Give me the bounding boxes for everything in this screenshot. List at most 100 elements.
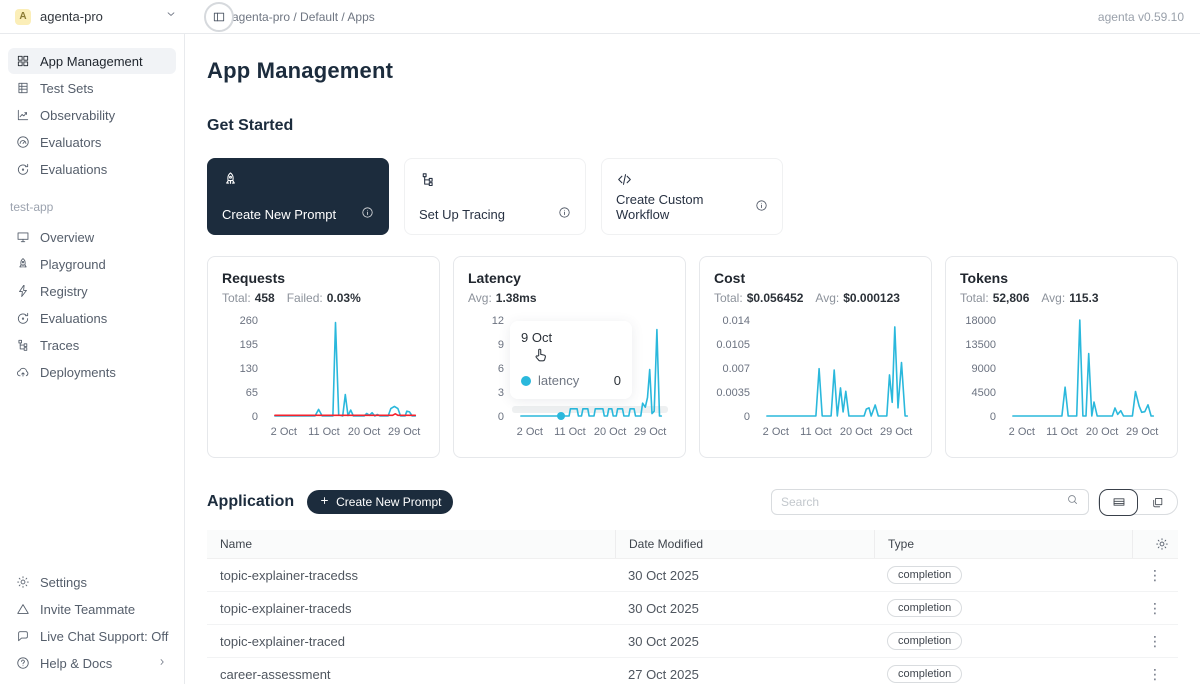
chart-title: Cost	[714, 270, 917, 286]
row-menu-button[interactable]: ⋮	[1132, 633, 1178, 650]
type-cell: completion	[874, 665, 1132, 683]
get-started-card-set-up-tracing[interactable]: Set Up Tracing	[404, 158, 586, 235]
observability-icon	[16, 108, 30, 122]
table-row[interactable]: topic-explainer-tracedss30 Oct 2025compl…	[207, 559, 1178, 592]
sidebar: App Management Test Sets Observability Eval…	[0, 34, 185, 684]
sidebar-item-help-docs[interactable]: Help & Docs	[8, 650, 176, 676]
sidebar-spacer	[8, 385, 176, 569]
column-header-type[interactable]: Type	[874, 530, 1132, 558]
lightning-icon	[16, 284, 30, 298]
sidebar-item-label: Evaluations	[40, 162, 107, 177]
chart-stats: Total:458Failed:0.03%	[222, 291, 425, 305]
help-icon	[16, 656, 30, 670]
tooltip-row: latency0	[521, 373, 621, 388]
sidebar-item-label: Test Sets	[40, 81, 93, 96]
sidebar-main-nav: App Management Test Sets Observability Eval…	[8, 48, 176, 182]
get-started-card-footer: Create Custom Workflow	[616, 192, 768, 222]
sidebar-item-test-sets[interactable]: Test Sets	[8, 75, 176, 101]
app-version: agenta v0.59.10	[1098, 10, 1184, 24]
sidebar-item-invite-teammate[interactable]: Invite Teammate	[8, 596, 176, 622]
chart-card-latency: LatencyAvg:1.38ms0369122 Oct11 Oct20 Oct…	[453, 256, 686, 458]
code-icon	[616, 171, 633, 188]
sidebar-toggle-button[interactable]	[208, 6, 230, 28]
svg-text:0: 0	[744, 411, 750, 423]
sidebar-item-settings[interactable]: Settings	[8, 569, 176, 595]
gear-icon	[1155, 537, 1169, 551]
table-row[interactable]: topic-explainer-traced30 Oct 2025complet…	[207, 625, 1178, 658]
rocket-icon	[222, 171, 239, 188]
metric-charts: RequestsTotal:458Failed:0.03%06513019526…	[207, 256, 1178, 458]
sidebar-item-evaluators[interactable]: Evaluators	[8, 129, 176, 155]
svg-text:29 Oct: 29 Oct	[880, 426, 912, 438]
info-icon[interactable]	[755, 199, 768, 215]
sidebar-item-playground[interactable]: Playground	[8, 251, 176, 277]
svg-text:0: 0	[498, 411, 504, 423]
sidebar-item-label: Observability	[40, 108, 115, 123]
get-started-card-create-new-prompt[interactable]: Create New Prompt	[207, 158, 389, 235]
info-icon[interactable]	[361, 206, 374, 222]
card-view-icon	[1151, 496, 1164, 509]
column-header-name[interactable]: Name	[207, 530, 615, 558]
sidebar-item-app-management[interactable]: App Management	[8, 48, 176, 74]
monitor-icon	[16, 230, 30, 244]
sidebar-item-overview[interactable]: Overview	[8, 224, 176, 250]
svg-text:65: 65	[246, 387, 258, 399]
view-toggle	[1098, 489, 1178, 515]
sidebar-item-label: Help & Docs	[40, 656, 112, 671]
search-input[interactable]	[781, 495, 1066, 509]
sidebar-item-live-chat-support-off[interactable]: Live Chat Support: Off	[8, 623, 176, 649]
column-header-date-modified[interactable]: Date Modified	[615, 530, 874, 558]
card-view-button[interactable]	[1138, 489, 1177, 515]
table-row[interactable]: career-assessment27 Oct 2025completion⋮	[207, 658, 1178, 684]
sidebar-item-traces[interactable]: Traces	[8, 332, 176, 358]
row-menu-button[interactable]: ⋮	[1132, 666, 1178, 683]
sidebar-app-section-label: test-app	[10, 200, 174, 214]
cloud-icon	[16, 365, 30, 379]
row-menu-button[interactable]: ⋮	[1132, 600, 1178, 617]
chart-plot-tokens: 04500900013500180002 Oct11 Oct20 Oct29 O…	[960, 312, 1165, 440]
type-cell: completion	[874, 566, 1132, 584]
svg-text:20 Oct: 20 Oct	[348, 426, 380, 438]
date-modified-cell: 30 Oct 2025	[615, 568, 874, 583]
chart-card-tokens: TokensTotal:52,806Avg:115.30450090001350…	[945, 256, 1178, 458]
sidebar-item-label: Traces	[40, 338, 79, 353]
chart-stat: Avg:$0.000123	[815, 291, 900, 305]
row-menu-button[interactable]: ⋮	[1132, 567, 1178, 584]
sidebar-bottom-nav: SettingsInvite TeammateLive Chat Support…	[8, 569, 176, 676]
chart-stat: Total:$0.056452	[714, 291, 803, 305]
sidebar-item-evaluations[interactable]: Evaluations	[8, 305, 176, 331]
chevron-down-icon	[164, 7, 178, 26]
svg-text:13500: 13500	[965, 339, 996, 351]
table-row[interactable]: topic-explainer-traceds30 Oct 2025comple…	[207, 592, 1178, 625]
workspace-switcher[interactable]: A agenta-pro	[15, 7, 178, 26]
svg-text:0.0035: 0.0035	[716, 387, 750, 399]
chart-title: Latency	[468, 270, 671, 286]
get-started-card-footer: Create New Prompt	[222, 206, 374, 222]
chart-card-requests: RequestsTotal:458Failed:0.03%06513019526…	[207, 256, 440, 458]
sidebar-item-observability[interactable]: Observability	[8, 102, 176, 128]
svg-text:11 Oct: 11 Oct	[554, 426, 586, 438]
workspace-avatar: A	[15, 9, 31, 25]
table-body: topic-explainer-tracedss30 Oct 2025compl…	[207, 559, 1178, 684]
svg-text:2 Oct: 2 Oct	[271, 426, 297, 438]
sidebar-item-registry[interactable]: Registry	[8, 278, 176, 304]
gauge-icon	[16, 135, 30, 149]
sidebar-item-deployments[interactable]: Deployments	[8, 359, 176, 385]
chart-tooltip: 9 Octlatency0	[510, 321, 632, 399]
search-icon	[1066, 493, 1079, 511]
series-dot	[521, 376, 531, 386]
chart-stat: Avg:115.3	[1041, 291, 1098, 305]
sidebar-item-evaluations[interactable]: Evaluations	[8, 156, 176, 182]
series-value: 0	[614, 373, 621, 388]
table-view-button[interactable]	[1099, 489, 1138, 516]
search-box	[771, 489, 1089, 515]
table-settings-button[interactable]	[1132, 530, 1178, 558]
create-new-prompt-button[interactable]: Create New Prompt	[307, 490, 453, 514]
svg-text:4500: 4500	[972, 387, 996, 399]
svg-text:11 Oct: 11 Oct	[308, 426, 340, 438]
get-started-card-create-custom-workflow[interactable]: Create Custom Workflow	[601, 158, 783, 235]
svg-text:0: 0	[990, 411, 996, 423]
chevron-right-icon	[156, 656, 168, 668]
svg-text:2 Oct: 2 Oct	[763, 426, 789, 438]
info-icon[interactable]	[558, 206, 571, 222]
